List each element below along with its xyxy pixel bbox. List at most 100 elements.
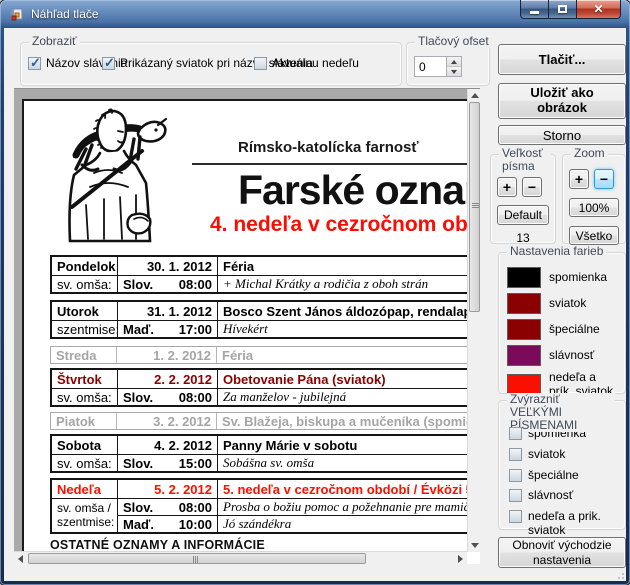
client-area: Zobraziť Názov slávenia Prikázaný sviato… <box>4 28 626 581</box>
celebration-title: Obetovanie Pána (sviatok) <box>218 370 480 388</box>
scroll-down-button[interactable] <box>468 539 480 552</box>
print-preview-window: Náhľad tlače ✕ Zobraziť Názov slávenia P… <box>0 0 630 585</box>
color-row-sviatok: sviatok <box>507 293 625 314</box>
highlight-checkbox-specialne[interactable]: špeciálne <box>509 469 625 483</box>
mass-language: Slov. <box>123 500 153 515</box>
celebration-title: Panny Márie v sobotu <box>218 436 480 454</box>
scroll-right-icon <box>458 555 463 563</box>
minimize-button[interactable] <box>520 0 549 19</box>
schedule-block-saturday: Sobota 4. 2. 2012 Panny Márie v sobotu s… <box>50 434 480 473</box>
print-button[interactable]: Tlačiť... <box>498 44 626 75</box>
day-date: 5. 2. 2012 <box>118 480 218 498</box>
print-offset-stepper[interactable]: 0 <box>414 56 462 77</box>
maximize-icon <box>558 5 567 13</box>
highlight-checkbox-nedela[interactable]: nedeľa a prik. sviatok <box>509 510 625 538</box>
color-settings-group: Nastavenia farieb spomienka sviatok špec… <box>498 252 626 394</box>
scroll-left-icon <box>18 555 23 563</box>
font-size-decrease-button[interactable]: − <box>522 177 542 197</box>
checkbox-label: Aktuálnu nedeľu <box>272 56 359 70</box>
horizontal-scrollbar[interactable] <box>14 551 467 564</box>
stepper-up-icon[interactable] <box>447 57 461 67</box>
checkbox-box[interactable] <box>509 427 522 440</box>
highlight-checkbox-sviatok[interactable]: sviatok <box>509 448 625 462</box>
close-button[interactable]: ✕ <box>576 0 621 19</box>
parish-header: Rímsko-katolícka farnosť <box>238 139 419 156</box>
zoom-in-button[interactable]: + <box>569 169 589 189</box>
thumb-grip-icon <box>472 203 479 209</box>
checkbox-box[interactable] <box>254 57 267 70</box>
zoom-out-button[interactable]: − <box>594 169 614 189</box>
font-size-label: Veľkosť písma <box>499 147 551 173</box>
mass-time: 08:00 <box>179 277 212 292</box>
vertical-scrollbar[interactable] <box>467 89 480 552</box>
window-title: Náhľad tlače <box>31 7 99 21</box>
horizontal-scrollbar-thumb[interactable] <box>28 553 366 564</box>
day-name: Štvrtok <box>52 370 118 388</box>
checkbox-box[interactable] <box>102 57 115 70</box>
mass-language: Maď. <box>123 517 154 532</box>
scroll-left-button[interactable] <box>14 552 27 564</box>
day-date: 3. 2. 2012 <box>117 413 217 429</box>
checkbox-box[interactable] <box>509 510 522 523</box>
day-name: Piatok <box>51 413 117 429</box>
day-name: Pondelok <box>52 257 118 275</box>
checkbox-current-sunday[interactable]: Aktuálnu nedeľu <box>254 56 359 70</box>
scroll-up-button[interactable] <box>468 89 480 102</box>
zoom-fit-all-button[interactable]: Všetko <box>569 226 619 245</box>
color-swatch-sviatok[interactable] <box>507 293 541 314</box>
mass-intention: Hívekért <box>223 321 268 337</box>
mass-intention: Za manželov - jubilejná <box>223 389 346 405</box>
mass-time: 10:00 <box>179 517 212 532</box>
scroll-right-button[interactable] <box>454 552 467 564</box>
maximize-button[interactable] <box>549 0 576 19</box>
app-icon <box>9 6 25 22</box>
mass-type: sv. omša: <box>52 389 118 405</box>
schedule-block-monday: Pondelok 30. 1. 2012 Féria sv. omša: Slo… <box>50 255 480 294</box>
font-size-increase-button[interactable]: + <box>497 177 517 197</box>
mass-type: sv. omša: <box>52 276 118 292</box>
color-swatch-specialne[interactable] <box>507 319 541 340</box>
close-icon: ✕ <box>593 3 603 15</box>
highlight-checkbox-slavnost[interactable]: slávnosť <box>509 489 625 503</box>
zoom-group: Zoom + − 100% Všetko <box>562 154 626 244</box>
font-size-default-button[interactable]: Default <box>497 205 549 225</box>
mass-intention: Jó szándékra <box>223 516 291 532</box>
scroll-down-icon <box>471 543 479 548</box>
schedule-block-wednesday: Streda 1. 2. 2012 Féria <box>50 346 480 364</box>
checkbox-box[interactable] <box>509 448 522 461</box>
checkbox-box[interactable] <box>509 489 522 502</box>
show-options-label: Zobraziť <box>29 35 80 48</box>
day-date: 4. 2. 2012 <box>118 436 218 454</box>
schedule-block-tuesday: Utorok 31. 1. 2012 Bosco Szent János áld… <box>50 300 480 339</box>
mass-type: szentmise: <box>52 321 118 337</box>
day-name: Utorok <box>52 302 118 320</box>
cancel-button[interactable]: Storno <box>498 125 626 145</box>
celebration-title: Féria <box>217 347 480 363</box>
schedule-block-friday: Piatok 3. 2. 2012 Sv. Blažeja, biskupa a… <box>50 412 480 430</box>
restore-defaults-button[interactable]: Obnoviť východzie nastavenia <box>498 537 626 568</box>
vertical-scrollbar-thumb[interactable] <box>469 102 480 312</box>
schedule-block-thursday: Štvrtok 2. 2. 2012 Obetovanie Pána (svia… <box>50 368 480 407</box>
color-swatch-spomienka[interactable] <box>507 267 541 288</box>
print-offset-value[interactable]: 0 <box>415 57 446 76</box>
zoom-label: Zoom <box>571 147 608 160</box>
celebration-title: Féria <box>218 257 480 275</box>
mass-time: 17:00 <box>179 322 212 337</box>
day-name: Sobota <box>52 436 118 454</box>
window-controls: ✕ <box>520 0 621 19</box>
mass-intention: Prosba o božiu pomoc a požehnanie pre ma… <box>223 499 480 515</box>
resize-grip[interactable] <box>612 567 624 579</box>
titlebar[interactable]: Náhľad tlače ✕ <box>0 0 630 28</box>
day-name: Nedeľa <box>52 480 118 498</box>
stepper-down-icon[interactable] <box>447 67 461 76</box>
color-swatch-slavnost[interactable] <box>507 345 541 366</box>
save-as-image-button[interactable]: Uložiť ako obrázok <box>498 83 626 119</box>
checkbox-box[interactable] <box>28 57 41 70</box>
celebration-title: Sv. Blažeja, biskupa a mučeníka (spomien… <box>217 413 480 429</box>
checkbox-box[interactable] <box>509 469 522 482</box>
zoom-100-button[interactable]: 100% <box>569 198 619 217</box>
color-settings-label: Nastavenia farieb <box>507 245 606 258</box>
minimize-icon <box>530 11 539 14</box>
other-announcements-heading: OSTATNÉ OZNAMY A INFORMÁCIE <box>50 538 265 552</box>
day-name: Streda <box>51 347 117 363</box>
